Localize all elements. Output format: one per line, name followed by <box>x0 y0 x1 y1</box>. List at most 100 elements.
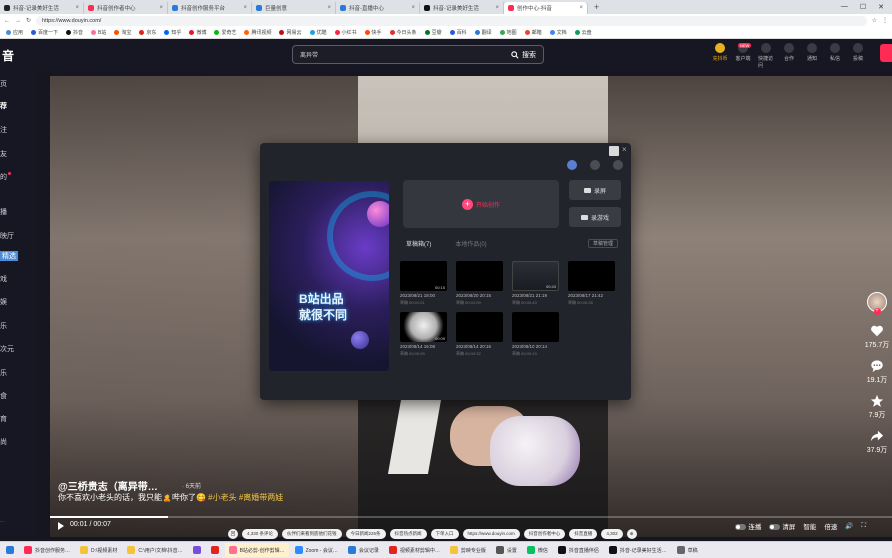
tab-close-icon[interactable]: × <box>495 5 499 11</box>
bookmark-item[interactable]: 文档 <box>547 29 570 36</box>
play-icon[interactable] <box>58 522 64 530</box>
volume-icon[interactable]: 🔊 <box>845 522 853 530</box>
bookmark-item[interactable]: 翻译 <box>472 29 495 36</box>
draft-item[interactable]: 2023/08/20 20:15 草稿 00:01:09 <box>456 261 503 306</box>
start-creating-button[interactable]: + 开始创作 <box>403 180 559 228</box>
speed-button[interactable]: 倍速 <box>824 521 837 531</box>
sidebar-item[interactable]: 精选 <box>0 251 18 261</box>
taskbar-item[interactable]: 会议记录 <box>344 543 383 557</box>
tab-close-icon[interactable]: × <box>75 5 79 11</box>
bookmark-item[interactable]: 百科 <box>447 29 470 36</box>
bookmark-item[interactable]: 快手 <box>362 29 385 36</box>
tab-close-icon[interactable]: × <box>579 5 583 11</box>
comment-chip[interactable]: 抖音直播 <box>569 529 598 539</box>
header-item[interactable]: 快捷访问 <box>758 43 774 69</box>
comment-chip[interactable]: 抖音创作者中心 <box>523 529 566 539</box>
taskbar-item[interactable]: 草稿 <box>673 543 702 557</box>
comment-chip[interactable]: ⊕ <box>626 529 637 539</box>
comment-chip[interactable]: 4,302 <box>601 529 623 539</box>
minimize-button[interactable]: — <box>841 3 848 11</box>
gear-icon[interactable] <box>613 160 623 170</box>
bookmark-item[interactable]: 微博 <box>186 29 209 36</box>
search-button[interactable]: 搜索 <box>511 50 543 60</box>
tab-close-icon[interactable]: × <box>243 5 247 11</box>
comment-chip[interactable]: 回 <box>228 529 238 539</box>
user-avatar[interactable] <box>880 44 892 62</box>
dialog-close-button[interactable]: × <box>622 145 627 154</box>
sidebar-item[interactable]: 的 <box>0 172 7 182</box>
douyin-logo[interactable]: 音 <box>2 47 14 64</box>
autoplay-toggle[interactable]: 连播 <box>735 521 761 531</box>
bookmark-item[interactable]: 淘宝 <box>111 29 134 36</box>
taskbar-item[interactable]: 抖音-记录美好生活… <box>605 543 671 557</box>
bookmark-item[interactable]: B站 <box>88 29 109 36</box>
sidebar-item[interactable]: 播 <box>0 207 7 217</box>
tab-close-icon[interactable]: × <box>159 5 163 11</box>
bookmark-item[interactable]: 腾讯视频 <box>241 29 274 36</box>
header-item[interactable]: 充抖币 <box>712 43 728 69</box>
bookmark-item[interactable]: 爱奇艺 <box>211 29 239 36</box>
close-window-button[interactable]: ✕ <box>878 3 884 11</box>
browser-tab[interactable]: 抖音创作服务平台 × <box>168 2 252 14</box>
taskbar-item[interactable]: Zoom - 会议… <box>291 543 342 557</box>
taskbar-item[interactable]: 抖音创作服务… <box>20 543 74 557</box>
taskbar-item[interactable]: B站必剪-创作剪辑… <box>224 543 289 557</box>
promo-banner[interactable]: B站出品 就很不同 <box>269 181 389 371</box>
search-input[interactable]: 离异带 <box>293 50 511 59</box>
sidebar-item[interactable]: 次元 <box>0 344 14 354</box>
taskbar-item[interactable]: C:\用户\文档\抖音… <box>123 543 186 557</box>
new-tab-button[interactable]: + <box>588 2 605 12</box>
tab-close-icon[interactable]: × <box>327 5 331 11</box>
browser-tab[interactable]: 抖音-记录美好生活 × <box>420 2 504 14</box>
bookmark-item[interactable]: 百度一下 <box>28 29 61 36</box>
tab-drafts[interactable]: 草稿箱(7) <box>406 239 431 248</box>
bookmark-item[interactable]: 京东 <box>136 29 159 36</box>
sidebar-item[interactable]: 页 <box>0 79 7 89</box>
taskbar-item[interactable]: D:\视频素材 <box>76 543 121 557</box>
bookmark-item[interactable]: 应用 <box>3 29 26 36</box>
star-icon[interactable]: ☆ <box>872 17 877 24</box>
sidebar-item[interactable]: 注 <box>0 125 7 135</box>
comment-chip[interactable]: 4,330 条评论 <box>242 529 279 539</box>
bookmark-item[interactable]: 今日头条 <box>387 29 420 36</box>
comment-button[interactable]: 19.1万 <box>867 359 887 385</box>
progress-bar[interactable] <box>50 516 892 518</box>
tab-close-icon[interactable]: × <box>411 5 415 11</box>
taskbar-item[interactable] <box>189 543 205 557</box>
back-icon[interactable]: ← <box>4 18 10 24</box>
video-tags[interactable]: #小老头 #离婚带两娃 <box>208 493 283 502</box>
sidebar-item[interactable]: 育 <box>0 414 7 424</box>
comment-chip[interactable]: 抖音热点新闻 <box>389 529 427 539</box>
sidebar-item[interactable]: 乐 <box>0 368 7 378</box>
browser-tab[interactable]: 巨量创意 × <box>252 2 336 14</box>
bookmark-item[interactable]: 豆瓣 <box>422 29 445 36</box>
reload-icon[interactable]: ↻ <box>26 17 31 24</box>
draft-item[interactable]: 00:09 2023/08/14 16:08 草稿 00:00:09 <box>400 312 447 357</box>
start-button[interactable] <box>2 543 18 557</box>
sidebar-item[interactable]: 荐 <box>0 101 7 111</box>
bookmark-item[interactable]: 抖音 <box>63 29 86 36</box>
browser-tab[interactable]: 抖音-直播中心 × <box>336 2 420 14</box>
taskbar-item[interactable]: 视频素材剪辑中… <box>385 543 444 557</box>
taskbar-item[interactable] <box>207 543 223 557</box>
sidebar-item[interactable]: 食 <box>0 391 7 401</box>
comment-chip[interactable]: https://www.douyin.com <box>462 529 520 539</box>
bookmark-item[interactable]: 优酷 <box>307 29 330 36</box>
bookmark-item[interactable]: 网易云 <box>276 29 304 36</box>
url-field[interactable]: https://www.douyin.com/ <box>36 15 867 26</box>
taskbar-item[interactable]: 剪映专业版 <box>446 543 490 557</box>
video-author[interactable]: @三桥贵志（离异带… <box>58 478 158 493</box>
bookmark-item[interactable]: 地图 <box>497 29 520 36</box>
header-item[interactable]: 投稿 <box>850 43 866 69</box>
settings-icon[interactable] <box>590 160 600 170</box>
taskbar-item[interactable]: 设置 <box>492 543 521 557</box>
comment-chip[interactable]: 伙伴们来看到底他们花钱 <box>282 529 342 539</box>
browser-tab[interactable]: 创作中心-抖音 × <box>504 2 588 14</box>
dialog-minimize-button[interactable] <box>609 146 619 156</box>
favorite-button[interactable]: 7.9万 <box>869 394 885 420</box>
maximize-button[interactable]: ☐ <box>860 3 866 11</box>
share-button[interactable]: 37.9万 <box>867 429 887 455</box>
sidebar-item[interactable]: 尚 <box>0 437 7 447</box>
like-button[interactable]: 175.7万 <box>865 324 889 350</box>
bookmark-item[interactable]: 知乎 <box>161 29 184 36</box>
